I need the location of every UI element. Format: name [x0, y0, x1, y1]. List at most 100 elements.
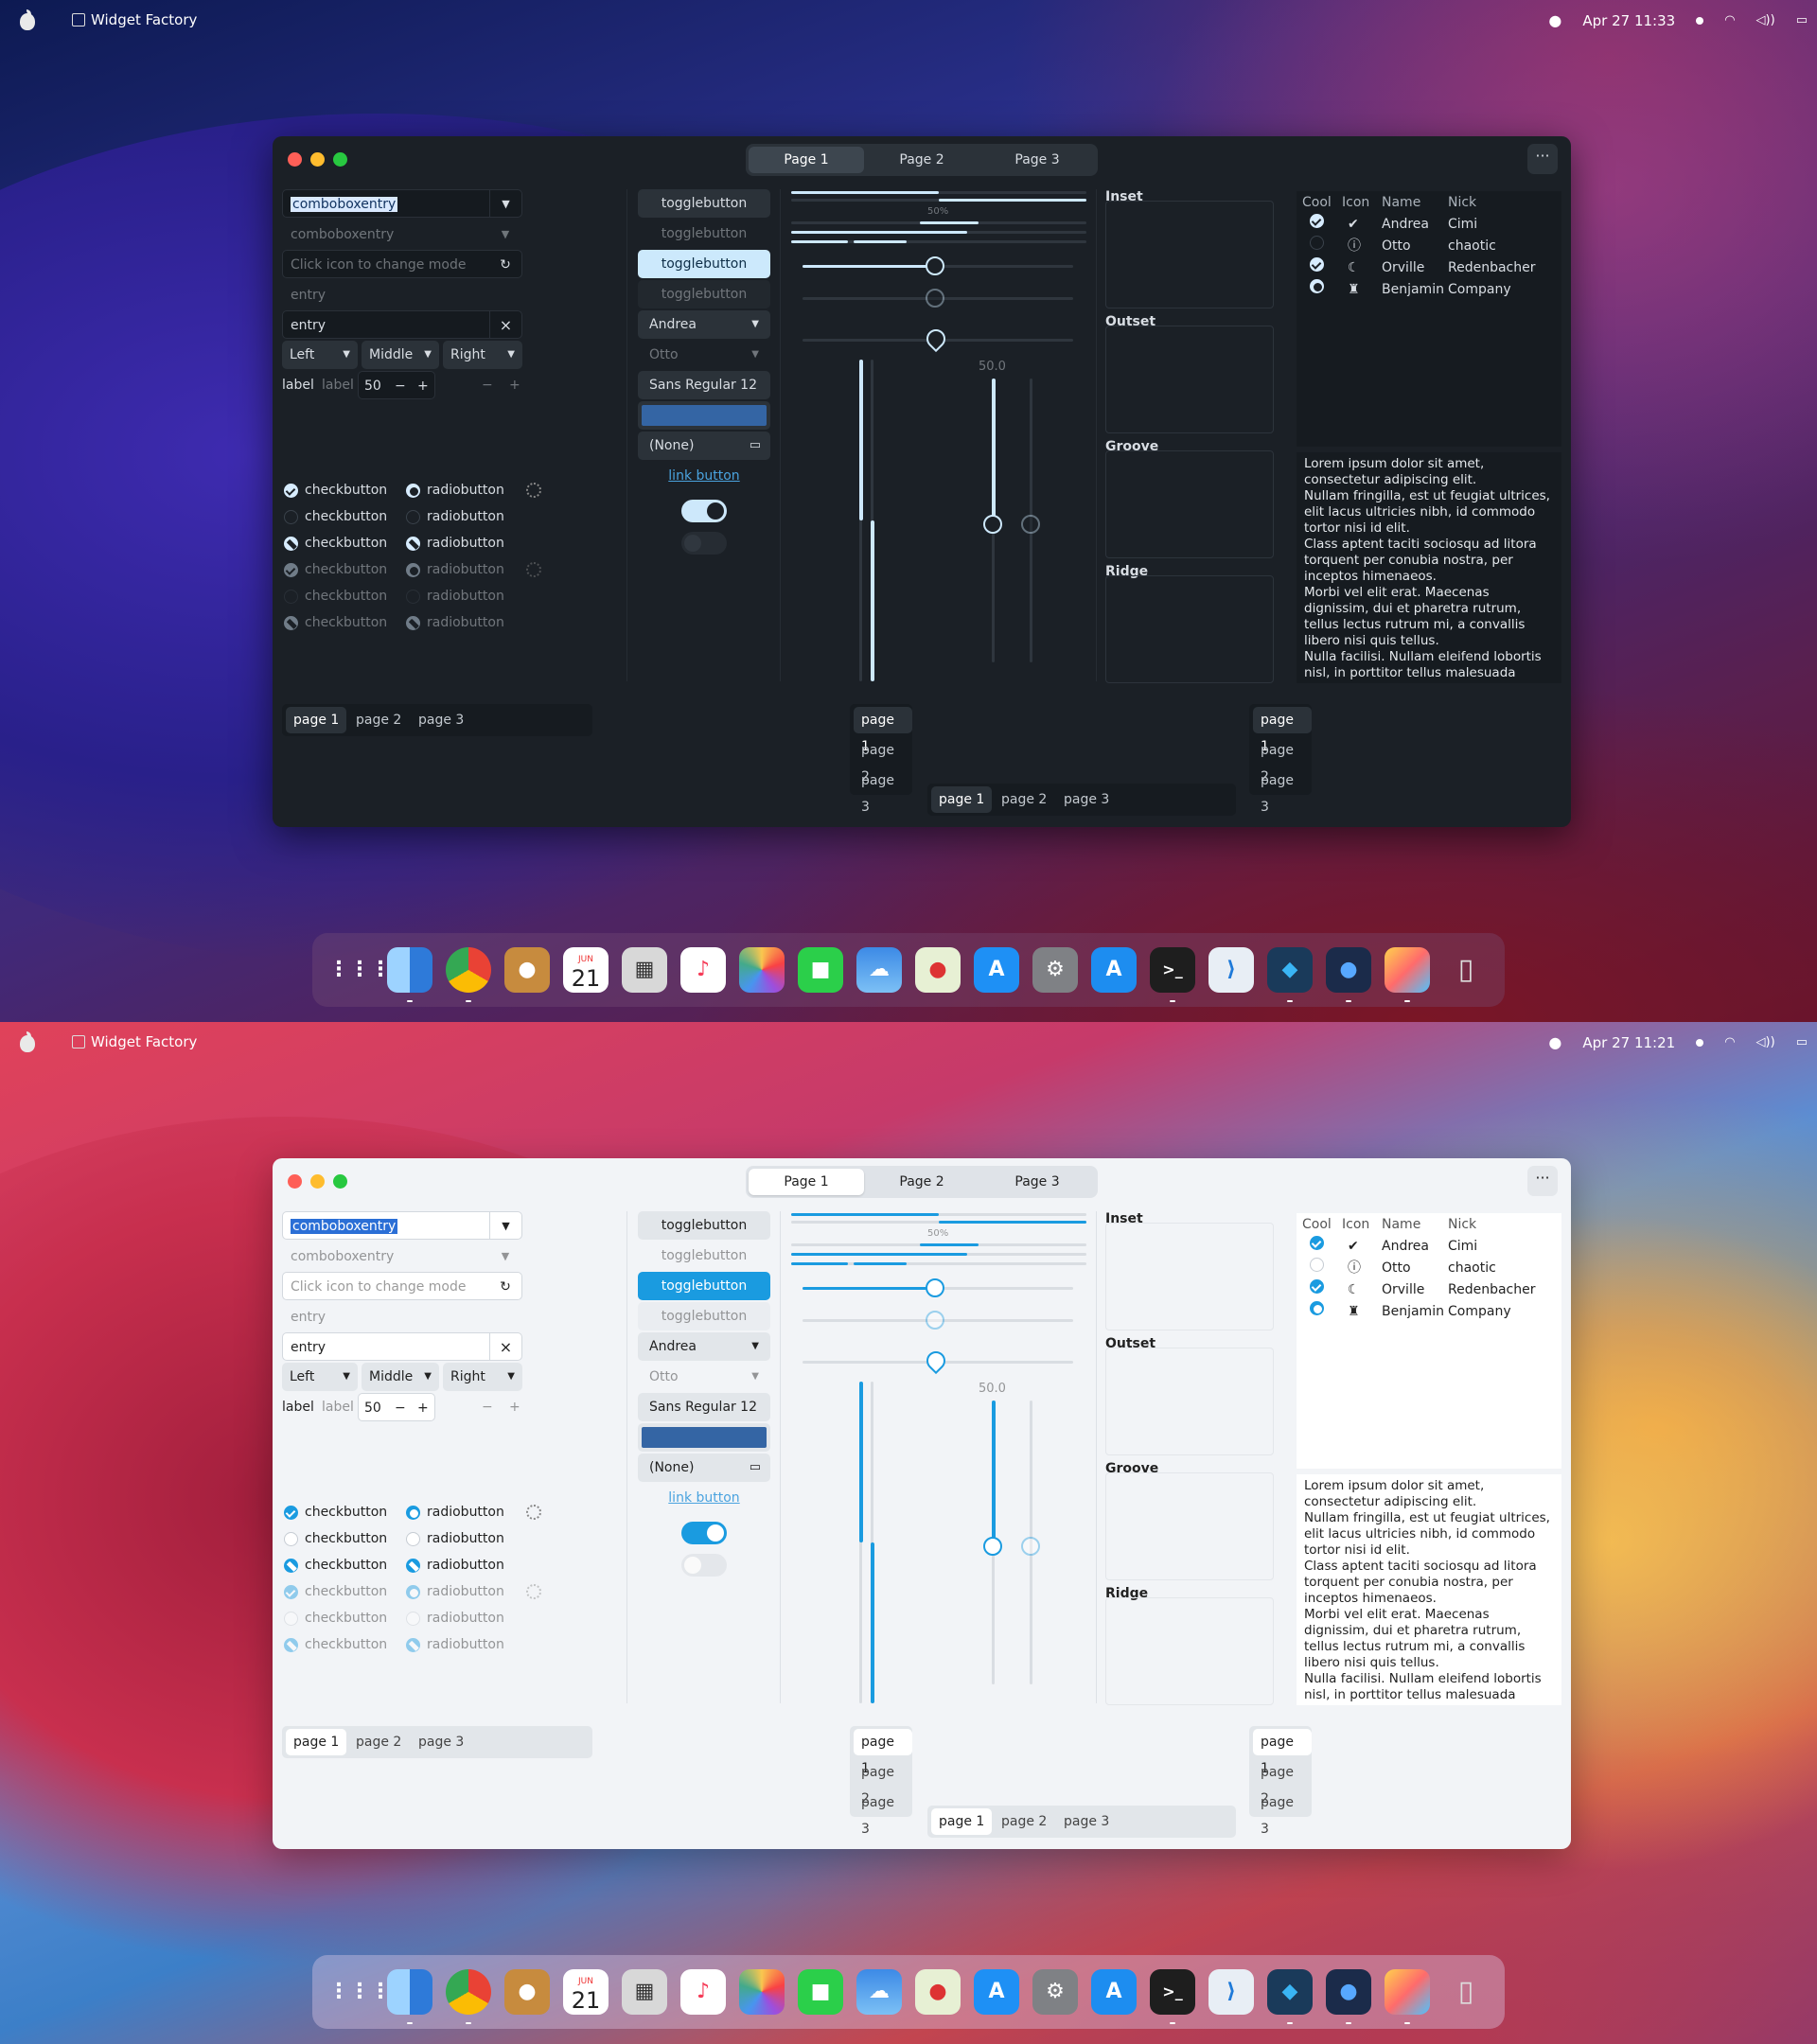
- notebook-tab[interactable]: page 3: [854, 1789, 912, 1837]
- column-nick[interactable]: Nick: [1448, 1213, 1476, 1236]
- column-name[interactable]: Name: [1382, 191, 1448, 214]
- table-row[interactable]: ☾ Orville Redenbacher: [1297, 257, 1561, 279]
- notebook-tab[interactable]: page 1: [931, 786, 993, 813]
- refresh-icon[interactable]: ↻: [489, 251, 521, 277]
- comboboxentry-field[interactable]: comboboxentry ▼: [282, 1211, 522, 1240]
- radiobutton-unselected[interactable]: radiobutton: [406, 1529, 504, 1548]
- chrome-icon[interactable]: [446, 947, 491, 1002]
- notebook-tab[interactable]: page 2: [348, 1729, 409, 1755]
- app-menu[interactable]: Widget Factory: [72, 11, 197, 28]
- menu-button[interactable]: ···: [1527, 1166, 1558, 1196]
- notebook-tab[interactable]: page 2: [994, 786, 1054, 813]
- entry-field[interactable]: entry ×: [282, 310, 522, 339]
- notebook-tab[interactable]: page 2: [348, 707, 409, 733]
- scale-pointer-knob[interactable]: [922, 1347, 950, 1375]
- system-preferences-icon[interactable]: ⚙: [1032, 947, 1078, 993]
- column-cool[interactable]: Cool: [1302, 1213, 1342, 1236]
- radiobutton-selected[interactable]: radiobutton: [406, 1503, 504, 1522]
- notebook-tab[interactable]: page 2: [854, 1759, 912, 1806]
- togglebutton-active[interactable]: togglebutton: [638, 250, 770, 278]
- calendar-icon[interactable]: JUN 21: [563, 947, 609, 993]
- tab-page-2[interactable]: Page 2: [864, 1169, 979, 1195]
- column-nick[interactable]: Nick: [1448, 191, 1476, 214]
- notebook-tab[interactable]: page 3: [1056, 1808, 1117, 1835]
- font-button[interactable]: Sans Regular 12: [638, 371, 770, 399]
- contacts-icon[interactable]: ●: [504, 947, 550, 993]
- terminal-icon[interactable]: >_: [1150, 1969, 1195, 2024]
- checkbutton-unchecked[interactable]: checkbutton: [284, 1529, 387, 1548]
- maximize-button[interactable]: [333, 152, 347, 167]
- vscode-icon[interactable]: ⟩: [1208, 1969, 1254, 2015]
- column-cool[interactable]: Cool: [1302, 191, 1342, 214]
- scale-vknob[interactable]: [983, 515, 1002, 534]
- file-chooser-button[interactable]: (None) ▭: [638, 432, 770, 460]
- chrome-icon[interactable]: [446, 1969, 491, 2024]
- scale-vknob[interactable]: [983, 1537, 1002, 1556]
- minus-icon[interactable]: −: [395, 372, 406, 400]
- notebook-tab[interactable]: page 1: [931, 1808, 993, 1835]
- column-icon[interactable]: Icon: [1342, 191, 1382, 214]
- spin-button[interactable]: 50− +: [358, 1393, 435, 1421]
- text-view[interactable]: Lorem ipsum dolor sit amet, consectetur …: [1297, 1474, 1561, 1705]
- app-store-icon[interactable]: A: [974, 1969, 1019, 2015]
- check-icon[interactable]: [1310, 1258, 1324, 1272]
- color-button[interactable]: [638, 1423, 770, 1452]
- togglebutton[interactable]: togglebutton: [638, 189, 770, 218]
- system-preferences-icon[interactable]: ⚙: [1032, 1969, 1078, 2015]
- close-button[interactable]: [288, 1174, 302, 1189]
- battery-icon[interactable]: ▭: [1796, 13, 1808, 27]
- combo-left[interactable]: Left ▼: [282, 1363, 358, 1391]
- maximize-button[interactable]: [333, 1174, 347, 1189]
- mode-entry[interactable]: Click icon to change mode ↻: [282, 250, 522, 278]
- file-chooser-button[interactable]: (None) ▭: [638, 1454, 770, 1482]
- weather-icon[interactable]: ☁: [856, 1969, 902, 2015]
- music-icon[interactable]: ♪: [680, 947, 726, 993]
- refresh-icon[interactable]: ↻: [489, 1273, 521, 1299]
- tab-page-3[interactable]: Page 3: [979, 147, 1095, 173]
- control-center-icon[interactable]: ●: [1326, 947, 1371, 1002]
- check-icon[interactable]: [1310, 1279, 1324, 1294]
- control-center-icon[interactable]: ●: [1326, 1969, 1371, 2024]
- radiobutton-unselected[interactable]: radiobutton: [406, 507, 504, 526]
- trash-icon[interactable]: ▯: [1443, 947, 1489, 993]
- notebook-tab[interactable]: page 3: [854, 767, 912, 815]
- notebook-tab[interactable]: page 3: [1056, 786, 1117, 813]
- notebook-tab[interactable]: page 3: [1253, 767, 1312, 815]
- volume-icon[interactable]: ◁)): [1756, 13, 1775, 27]
- notebook-tab[interactable]: page 1: [1253, 707, 1312, 754]
- tab-page-2[interactable]: Page 2: [864, 147, 979, 173]
- facetime-icon[interactable]: ■: [798, 1969, 843, 2015]
- notebook-tab[interactable]: page 3: [1253, 1789, 1312, 1837]
- combo-middle[interactable]: Middle ▼: [362, 341, 439, 369]
- plus-icon[interactable]: +: [417, 372, 429, 400]
- combo-right[interactable]: Right ▼: [443, 1363, 522, 1391]
- calculator-icon[interactable]: ▦: [622, 1969, 667, 2015]
- check-icon[interactable]: [1310, 214, 1324, 228]
- togglebutton-active[interactable]: togglebutton: [638, 1272, 770, 1300]
- radiobutton-mixed[interactable]: radiobutton: [406, 534, 504, 553]
- notebook-tab[interactable]: page 1: [854, 707, 912, 754]
- maps-icon[interactable]: ●: [915, 947, 961, 993]
- battery-icon[interactable]: ▭: [1796, 1035, 1808, 1049]
- radiobutton-selected[interactable]: radiobutton: [406, 481, 504, 500]
- launchpad-icon[interactable]: ⋮⋮⋮: [328, 1969, 391, 2015]
- preview-icon[interactable]: [1385, 1969, 1430, 2024]
- tab-page-1[interactable]: Page 1: [749, 1169, 864, 1195]
- radiobutton-mixed[interactable]: radiobutton: [406, 1556, 504, 1575]
- table-row[interactable]: ☾ Orville Redenbacher: [1297, 1279, 1561, 1301]
- combo-middle[interactable]: Middle ▼: [362, 1363, 439, 1391]
- mode-entry[interactable]: Click icon to change mode ↻: [282, 1272, 522, 1300]
- launchpad-icon[interactable]: ⋮⋮⋮: [328, 947, 391, 993]
- checkbutton-mixed[interactable]: checkbutton: [284, 534, 387, 553]
- scale-knob[interactable]: [926, 1278, 944, 1297]
- notebook-tab[interactable]: page 2: [1253, 737, 1312, 784]
- app-menu[interactable]: Widget Factory: [72, 1033, 197, 1050]
- table-row[interactable]: ✔ Andrea Cimi: [1297, 214, 1561, 236]
- minus-icon[interactable]: −: [395, 1394, 406, 1422]
- togglebutton-flat[interactable]: togglebutton: [638, 220, 770, 248]
- app-store-icon[interactable]: A: [974, 947, 1019, 993]
- chevron-down-icon[interactable]: ▼: [489, 1212, 521, 1239]
- text-view[interactable]: Lorem ipsum dolor sit amet, consectetur …: [1297, 452, 1561, 683]
- table-row[interactable]: ⓘ Otto chaotic: [1297, 236, 1561, 257]
- maps-icon[interactable]: ●: [915, 1969, 961, 2015]
